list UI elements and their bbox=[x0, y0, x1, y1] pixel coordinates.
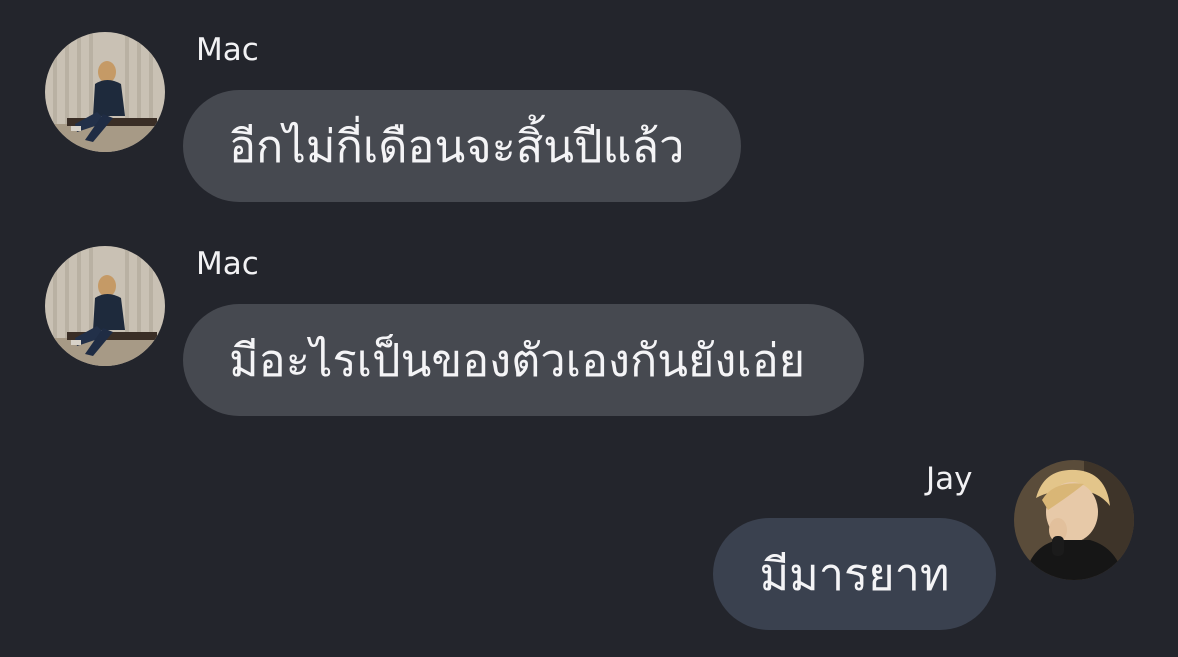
message-bubble-incoming[interactable]: อีกไม่กี่เดือนจะสิ้นปีแล้ว bbox=[183, 90, 741, 202]
sender-name: Jay bbox=[926, 461, 973, 497]
avatar-photo-jay bbox=[1014, 460, 1134, 580]
avatar-photo-mac bbox=[45, 246, 165, 366]
avatar-jay[interactable] bbox=[1014, 460, 1134, 580]
chat-thread: Mac อีกไม่กี่เดือนจะสิ้นปีแล้ว Mac มีอะไ… bbox=[0, 0, 1178, 657]
avatar-photo-mac bbox=[45, 32, 165, 152]
message-text: มีอะไรเป็นของตัวเองกันยังเอ่ย bbox=[229, 334, 806, 387]
avatar-mac[interactable] bbox=[45, 32, 165, 152]
message-text: อีกไม่กี่เดือนจะสิ้นปีแล้ว bbox=[229, 120, 685, 173]
message-bubble-outgoing[interactable]: มีมารยาท bbox=[713, 518, 996, 630]
message-text: มีมารยาท bbox=[759, 548, 950, 601]
avatar-mac[interactable] bbox=[45, 246, 165, 366]
sender-name: Mac bbox=[196, 32, 259, 68]
sender-name: Mac bbox=[196, 246, 259, 282]
message-bubble-incoming[interactable]: มีอะไรเป็นของตัวเองกันยังเอ่ย bbox=[183, 304, 864, 416]
